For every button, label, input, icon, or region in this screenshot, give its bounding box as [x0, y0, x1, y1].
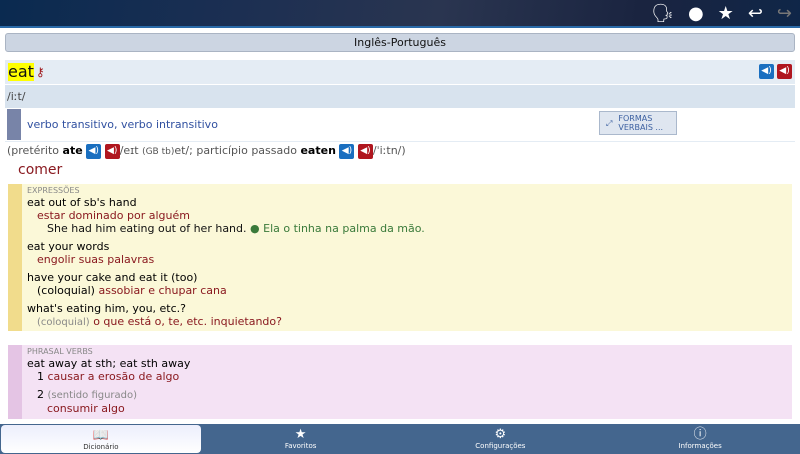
- tab-info[interactable]: ⓘ Informações: [600, 424, 800, 454]
- pos-bar: [7, 109, 21, 140]
- speaker-gb-icon[interactable]: ◀): [104, 143, 120, 159]
- speaker-us-icon[interactable]: ◀): [339, 143, 355, 159]
- bottom-tab-bar: 📖 Dicionário ★ Favoritos ⚙ Configurações ⓘ I…: [0, 424, 800, 454]
- headword: eat: [8, 62, 34, 81]
- entry-content[interactable]: eat ⚷ ◀) ◀) /iːt/ verbo transitivo, verb…: [5, 60, 795, 419]
- entry-header: eat ⚷ ◀) ◀): [5, 60, 795, 84]
- key-icon: ⚷: [35, 65, 45, 79]
- tab-dictionary[interactable]: 📖 Dicionário: [1, 425, 201, 453]
- verb-forms-button[interactable]: ⤢ FORMAS VERBAIS ...: [599, 111, 677, 135]
- expressions-section: Expressões eat out of sb's hand estar do…: [8, 184, 792, 331]
- part-of-speech-row: verbo transitivo, verbo intransitivo ⤢ FO…: [5, 108, 795, 142]
- part-of-speech: verbo transitivo, verbo intransitivo: [27, 118, 218, 131]
- top-toolbar: 🗣 ● ★ ↩ ↪: [0, 0, 800, 28]
- speak-icon[interactable]: 🗣: [651, 3, 674, 25]
- expand-icon: ⤢: [606, 118, 613, 128]
- translation: comer: [18, 162, 63, 178]
- phrasal-verbs-section: Phrasal verbs eat away at sth; eat sth a…: [8, 345, 792, 419]
- dictionary-selector[interactable]: Inglês-Português: [5, 33, 795, 52]
- book-icon: 📖: [92, 428, 109, 443]
- inflections: (pretérito ate ◀) ◀)/eɪt (GB tb)et/; par…: [7, 143, 406, 159]
- speaker-us-icon[interactable]: ◀): [86, 143, 102, 159]
- star-icon: ★: [294, 427, 307, 442]
- speaker-gb-icon[interactable]: ◀): [777, 64, 792, 79]
- tab-favorites[interactable]: ★ Favoritos: [201, 424, 401, 454]
- pronunciation: /iːt/: [5, 85, 795, 108]
- circle-icon[interactable]: ●: [688, 3, 704, 25]
- add-favorite-icon[interactable]: ★: [718, 3, 734, 25]
- gear-icon: ⚙: [494, 427, 507, 442]
- speaker-us-icon[interactable]: ◀): [759, 64, 774, 79]
- back-icon[interactable]: ↩: [748, 3, 763, 25]
- info-icon: ⓘ: [693, 427, 707, 442]
- speaker-gb-icon[interactable]: ◀): [357, 143, 373, 159]
- forward-icon[interactable]: ↪: [777, 3, 792, 25]
- tab-settings[interactable]: ⚙ Configurações: [401, 424, 601, 454]
